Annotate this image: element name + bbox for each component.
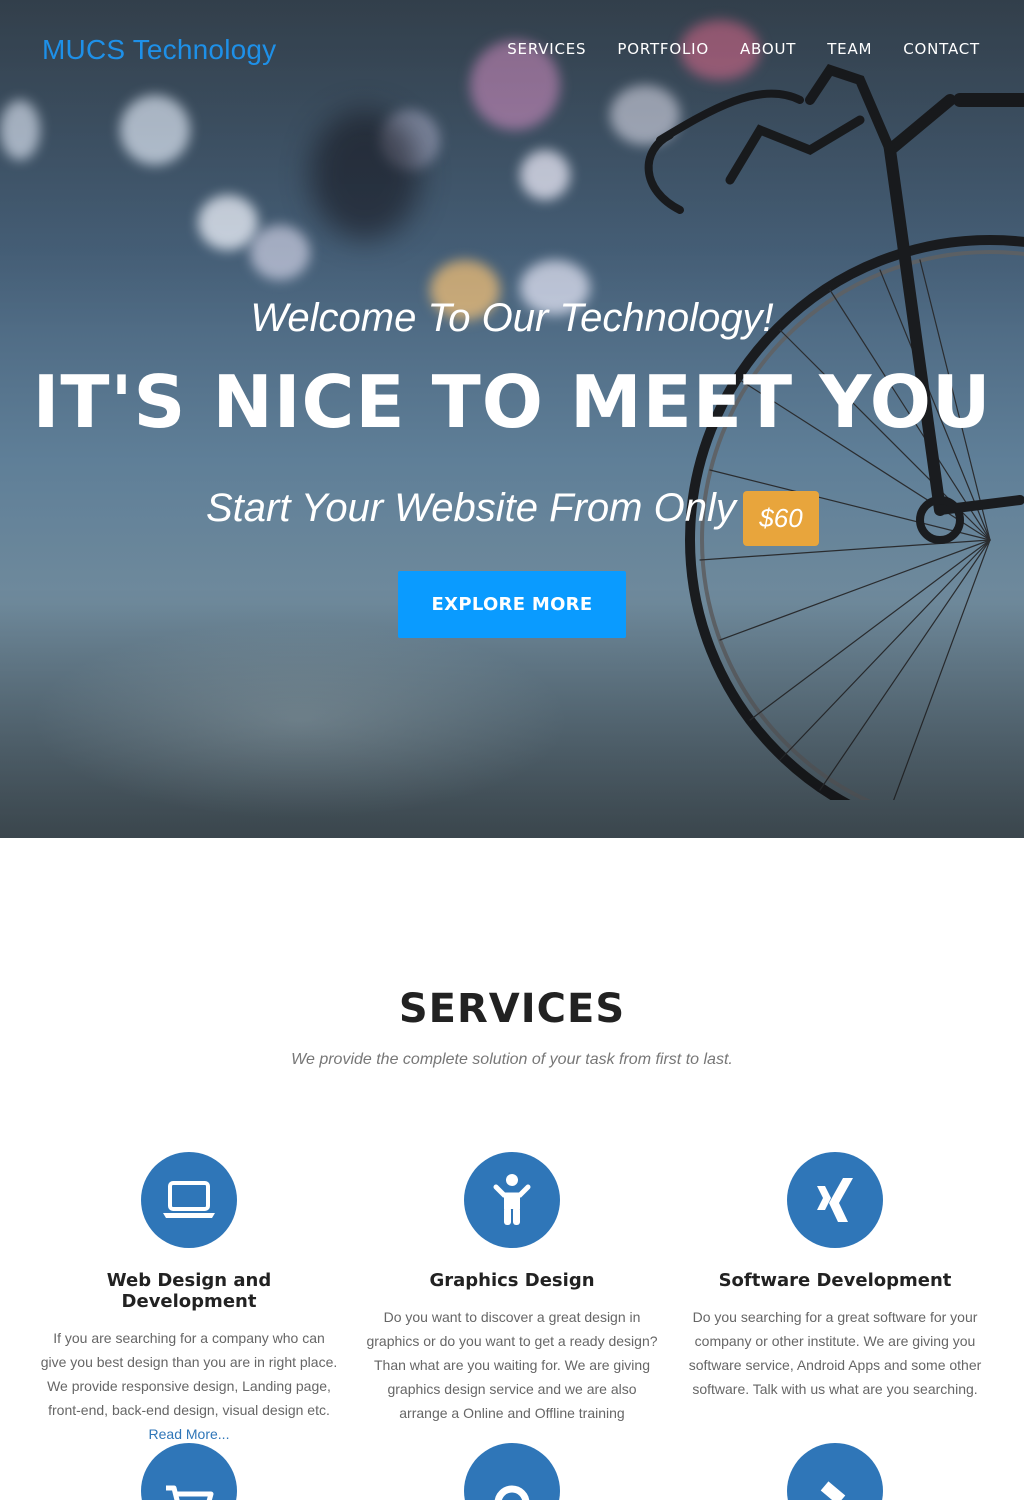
service-icon-circle [464,1152,560,1248]
service-title: Graphics Design [429,1270,595,1291]
brand-logo[interactable]: MUCS Technology [42,34,276,66]
service-title: Web Design and Development [106,1270,272,1312]
service-icon-circle [464,1443,560,1500]
services-title: SERVICES [398,986,626,1032]
price-badge: $60 [743,491,819,546]
child-icon [493,1174,531,1225]
hero-welcome: Welcome To Our Technology! [250,296,774,340]
service-icon-circle [787,1152,883,1248]
service-icon-circle [141,1152,237,1248]
service-card-web: Web Design and Development If you are se… [39,1152,339,1446]
gavel-icon [820,1481,846,1500]
hero-headline: IT'S NICE TO MEET YOU [32,360,992,444]
nav-about[interactable]: ABOUT [740,40,796,58]
service-text: If you are searching for a company who c… [40,1330,338,1442]
services-subtitle: We provide the complete solution of your… [291,1051,733,1068]
nav-contact[interactable]: CONTACT [903,40,980,58]
cart-icon [166,1485,214,1500]
service-title: Software Development [718,1270,952,1291]
read-more-link[interactable]: Read More... [149,1426,230,1442]
explore-more-button[interactable]: EXPLORE MORE [398,571,626,638]
hero-section: MUCS Technology SERVICES PORTFOLIO ABOUT… [0,0,1024,838]
nav-team[interactable]: TEAM [827,40,872,58]
hero-start-text: Start Your Website From Only [206,486,736,530]
xing-icon [817,1178,853,1222]
nav-services[interactable]: SERVICES [507,40,586,58]
service-icon-circle [141,1443,237,1500]
service-text: Do you searching for a great software fo… [688,1309,982,1397]
service-card-software: Software Development Do you searching fo… [685,1152,985,1401]
main-nav: SERVICES PORTFOLIO ABOUT TEAM CONTACT [507,40,980,58]
service-text: Do you want to discover a great design i… [366,1309,658,1421]
service-card-graphics: Graphics Design Do you want to discover … [362,1152,662,1425]
nav-portfolio[interactable]: PORTFOLIO [617,40,709,58]
service-icon-circle [787,1443,883,1500]
laptop-icon [163,1181,215,1218]
map-marker-icon [494,1485,530,1500]
